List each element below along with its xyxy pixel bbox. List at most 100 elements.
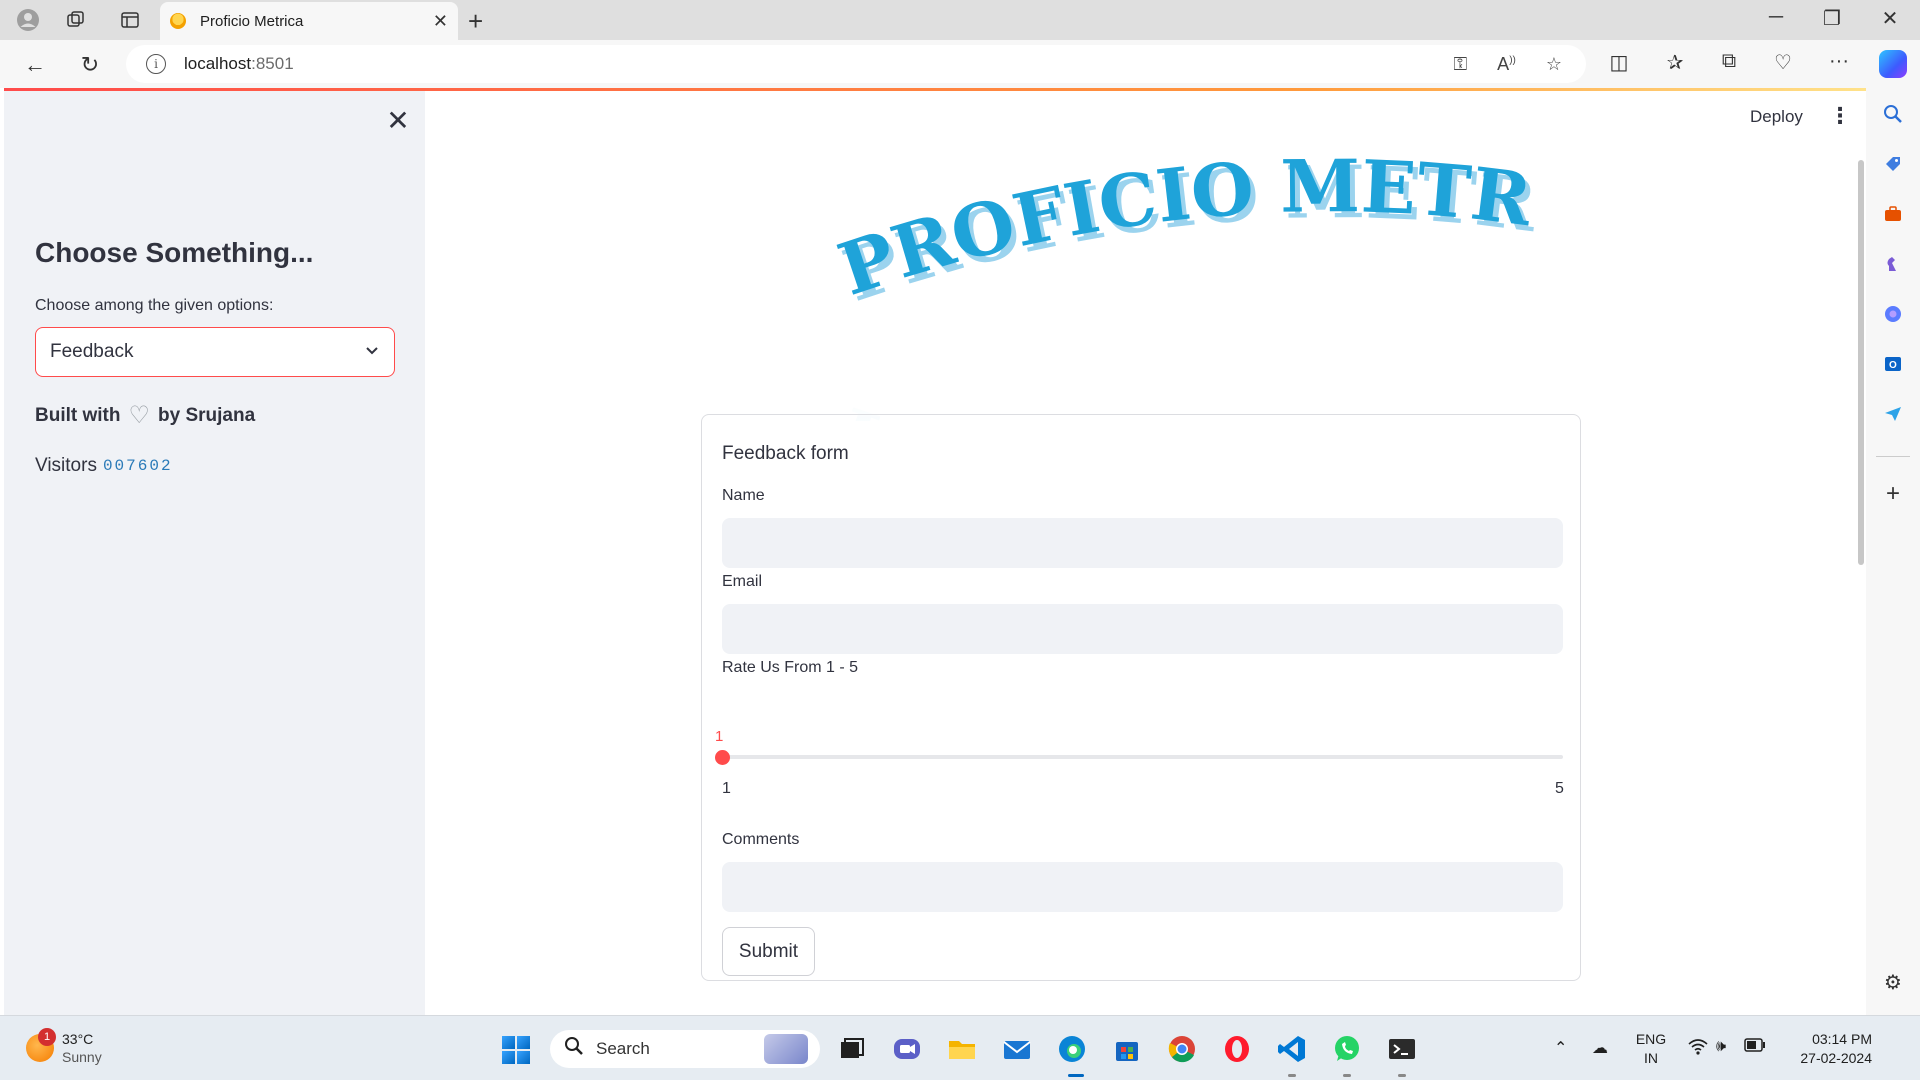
edge-active-indicator: [1068, 1074, 1084, 1077]
tab-title: Proficio Metrica: [200, 12, 304, 30]
deploy-button[interactable]: Deploy: [1750, 107, 1803, 127]
browser-navbar: ← ↻ i localhost:8501 ⚿ A)) ☆ ◫ ✰ ⧉ ♡ ···: [0, 40, 1920, 88]
main-scrollbar[interactable]: [1858, 160, 1864, 565]
clock-date: 27-02-2024: [1800, 1050, 1872, 1066]
logo-text: PROFICIO METRICA: [820, 131, 1537, 312]
collections-icon[interactable]: ⧉: [1714, 50, 1744, 73]
form-title: Feedback form: [722, 443, 849, 464]
start-icon[interactable]: [502, 1036, 530, 1064]
clock-time: 03:14 PM: [1812, 1031, 1872, 1047]
window-close-icon[interactable]: ✕: [1870, 6, 1910, 31]
rating-slider-thumb[interactable]: [715, 750, 730, 765]
comments-label: Comments: [722, 831, 800, 848]
settings-gear-icon[interactable]: ⚙: [1881, 970, 1905, 994]
mail-icon[interactable]: [1001, 1033, 1033, 1065]
opera-icon[interactable]: [1221, 1033, 1253, 1065]
built-with-prefix: Built with: [35, 404, 121, 426]
edge-sidebar: O + ⚙: [1866, 88, 1920, 1015]
sun-icon: 1: [26, 1028, 56, 1062]
wifi-icon[interactable]: [1688, 1038, 1708, 1061]
back-icon[interactable]: ←: [20, 50, 50, 80]
url-port: :8501: [251, 54, 294, 73]
weather-description: Sunny: [62, 1049, 102, 1065]
copilot-icon[interactable]: [1879, 50, 1907, 78]
sidebar-close-icon[interactable]: ✕: [383, 105, 413, 136]
outlook-icon[interactable]: O: [1881, 352, 1905, 376]
clock[interactable]: 03:14 PM 27-02-2024: [1782, 1030, 1872, 1068]
rating-slider-track[interactable]: [722, 755, 1563, 759]
tools-icon[interactable]: [1881, 202, 1905, 226]
submit-button[interactable]: Submit: [722, 927, 815, 976]
visitors-label: Visitors: [35, 455, 97, 476]
split-screen-icon[interactable]: ◫: [1604, 50, 1634, 75]
taskbar-search[interactable]: Search: [550, 1030, 820, 1068]
key-icon[interactable]: ⚿: [1453, 54, 1467, 75]
rating-max-label: 5: [1555, 780, 1564, 797]
heart-icon: ♡: [128, 402, 150, 429]
name-label: Name: [722, 487, 765, 504]
main-content: Deploy ⋮ PROFICIO METRICA PROFICIO METRI…: [425, 91, 1866, 1015]
minimize-icon[interactable]: ─: [1756, 6, 1796, 29]
teams-chat-icon[interactable]: [891, 1033, 923, 1065]
edge-icon[interactable]: [1056, 1033, 1088, 1065]
terminal-running-indicator: [1398, 1074, 1406, 1077]
tab-proficio-metrica[interactable]: Proficio Metrica ✕: [160, 2, 458, 40]
file-explorer-icon[interactable]: [946, 1033, 978, 1065]
whatsapp-icon[interactable]: [1331, 1033, 1363, 1065]
store-icon[interactable]: [1111, 1033, 1143, 1065]
rating-min-label: 1: [722, 780, 731, 797]
name-input[interactable]: [722, 518, 1563, 568]
terminal-icon[interactable]: [1386, 1033, 1418, 1065]
comments-input[interactable]: [722, 862, 1563, 912]
feedback-form: Feedback form Name Email Rate Us From 1 …: [701, 414, 1581, 981]
games-icon[interactable]: [1881, 252, 1905, 276]
show-hidden-icons-icon[interactable]: ⌃: [1554, 1038, 1567, 1058]
browser-titlebar: Proficio Metrica ✕ + ─ ❐ ✕: [0, 0, 1920, 40]
chevron-down-icon: [364, 342, 380, 363]
main-menu-icon[interactable]: ⋮: [1829, 103, 1851, 129]
volume-icon[interactable]: 🕪: [1716, 1038, 1726, 1056]
shopping-tag-icon[interactable]: [1881, 152, 1905, 176]
url-host: localhost: [184, 54, 252, 73]
whatsapp-running-indicator: [1343, 1074, 1351, 1077]
sidebar-title: Choose Something...: [35, 237, 314, 268]
site-info-icon[interactable]: i: [146, 54, 166, 74]
profile-icon[interactable]: [16, 8, 40, 32]
refresh-icon[interactable]: ↻: [75, 50, 105, 80]
chrome-icon[interactable]: [1166, 1033, 1198, 1065]
browser-essentials-icon[interactable]: ♡: [1768, 50, 1798, 75]
address-bar[interactable]: i localhost:8501 ⚿ A)) ☆: [126, 45, 1586, 83]
search-icon[interactable]: [1881, 102, 1905, 126]
email-input[interactable]: [722, 604, 1563, 654]
vscode-icon[interactable]: [1276, 1033, 1308, 1065]
read-aloud-icon[interactable]: A)): [1497, 54, 1516, 75]
proficio-metrica-logo: PROFICIO METRICA PROFICIO METRICA PROFIC…: [820, 131, 1542, 421]
more-options-icon[interactable]: ···: [1824, 50, 1854, 73]
language-indicator[interactable]: ENG IN: [1634, 1030, 1668, 1068]
send-icon[interactable]: [1881, 402, 1905, 426]
visitors-count: 007602: [102, 457, 173, 475]
weather-widget[interactable]: 1 33°C Sunny: [26, 1028, 102, 1066]
add-icon[interactable]: +: [1881, 480, 1905, 507]
tab-actions-icon[interactable]: [118, 8, 142, 32]
tab-close-icon[interactable]: ✕: [433, 11, 448, 32]
battery-icon[interactable]: [1744, 1038, 1766, 1057]
onedrive-cloud-icon[interactable]: ☁: [1592, 1038, 1608, 1058]
new-tab-icon[interactable]: +: [468, 6, 483, 37]
favorite-star-icon[interactable]: ☆: [1546, 54, 1562, 75]
restore-icon[interactable]: ❐: [1812, 6, 1852, 31]
search-placeholder: Search: [596, 1039, 650, 1058]
search-highlight-image: [764, 1034, 808, 1064]
task-view-icon[interactable]: [836, 1033, 868, 1065]
language-code: ENG: [1635, 1031, 1667, 1047]
workspaces-icon[interactable]: [64, 8, 88, 32]
address-bar-tools: ⚿ A)) ☆: [1453, 45, 1586, 83]
weather-temperature: 33°C: [62, 1031, 94, 1047]
search-magnifier-icon: [564, 1036, 584, 1062]
favorites-icon[interactable]: ✰: [1660, 50, 1690, 75]
vscode-running-indicator: [1288, 1074, 1296, 1077]
copilot-app-icon[interactable]: [1881, 302, 1905, 326]
built-with-text: Built with ♡ by Srujana: [35, 401, 255, 430]
options-select[interactable]: Feedback: [35, 327, 395, 377]
svg-text:O: O: [1889, 360, 1897, 371]
